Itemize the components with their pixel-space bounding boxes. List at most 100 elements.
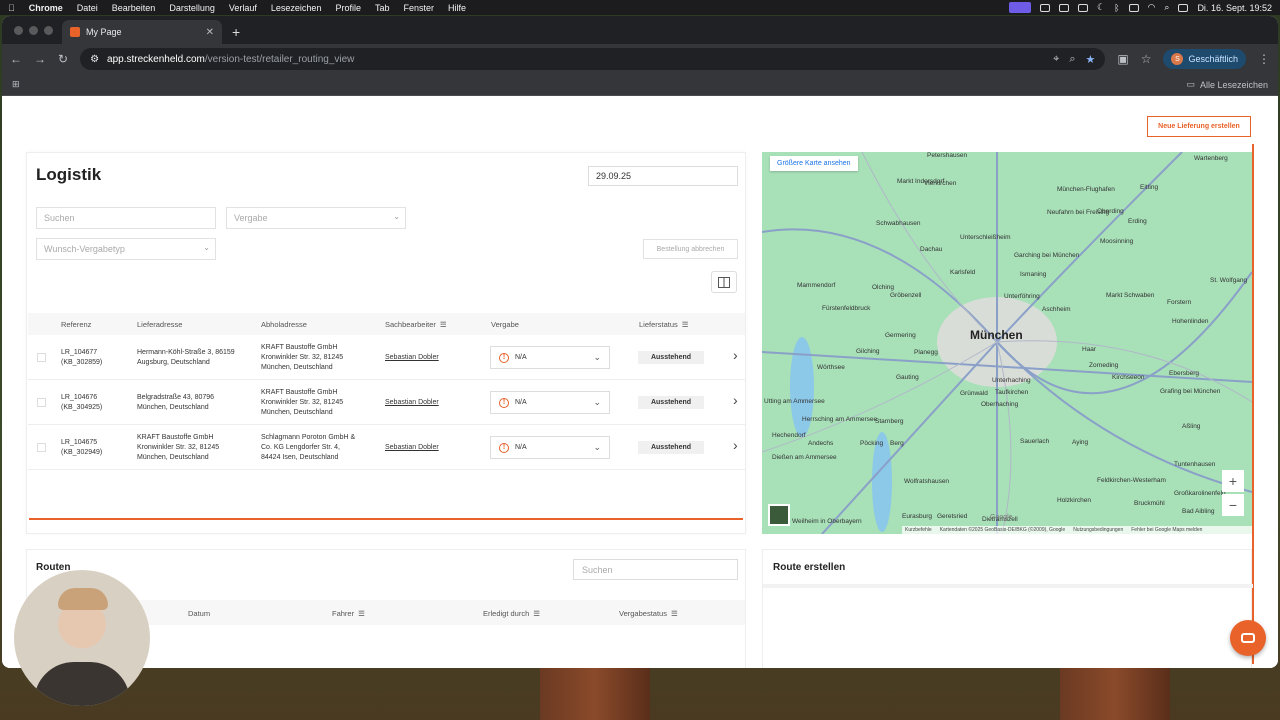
filter-icon[interactable]: ☰ (358, 609, 365, 618)
address-bar[interactable]: ⚙ app.streckenheld.com/version-test/reta… (80, 48, 1106, 70)
tray-icon[interactable] (1040, 3, 1051, 12)
cancel-order-button[interactable]: Bestellung abbrechen (643, 239, 738, 259)
tray-icon[interactable] (1078, 3, 1089, 12)
bookmarks-icon[interactable]: ☆ (1141, 52, 1152, 66)
new-tab-icon[interactable]: + (232, 24, 240, 40)
map-report-link[interactable]: Fehler bei Google Maps melden (1131, 527, 1202, 533)
map-terms-link[interactable]: Nutzungsbedingungen (1073, 527, 1123, 533)
zoom-in-button[interactable]: + (1222, 470, 1244, 492)
forward-icon[interactable]: → (34, 52, 46, 66)
date-field[interactable]: 29.09.25 (588, 166, 738, 186)
site-info-icon[interactable]: ⚙ (90, 54, 99, 65)
chevron-right-icon[interactable]: › (733, 347, 738, 363)
all-bookmarks-link[interactable]: Alle Lesezeichen (1200, 80, 1268, 90)
more-menu-icon[interactable]: ⋮ (1258, 52, 1270, 66)
table-row[interactable]: LR_104676 (KB_304925) Belgradstraße 43, 8… (28, 380, 745, 425)
zoom-out-button[interactable]: − (1222, 494, 1244, 516)
enlarge-map-link[interactable]: Größere Karte ansehen (770, 156, 858, 171)
close-tab-icon[interactable]: ✕ (206, 27, 214, 38)
table-row[interactable]: LR_104677 (KB_302859) Hermann-Köhl-Straße… (28, 335, 745, 380)
column-header-fahrer[interactable]: Fahrer ☰ (332, 609, 365, 618)
map-view[interactable]: Größere Karte ansehen Petershausen Warte… (762, 152, 1252, 534)
wifi-icon[interactable]: ◠ (1148, 2, 1156, 13)
menu-item-bearbeiten[interactable]: Bearbeiten (112, 3, 156, 13)
map-type-toggle[interactable] (768, 504, 790, 526)
table-row[interactable]: LR_104675 (KB_302949) KRAFT Baustoffe Gmb… (28, 425, 745, 470)
location-icon[interactable]: ⌖ (1053, 53, 1059, 66)
reload-icon[interactable]: ↻ (58, 52, 68, 66)
row-abhol-line: München, Deutschland (261, 409, 333, 416)
map-roads (762, 152, 1252, 534)
filter-icon[interactable]: ☰ (671, 609, 678, 618)
column-header-vergabe[interactable]: Vergabe (491, 320, 519, 329)
profile-button[interactable]: S Geschäftlich (1163, 49, 1246, 69)
filter-icon[interactable]: ☰ (440, 320, 447, 329)
column-header-vergabestatus[interactable]: Vergabestatus ☰ (619, 609, 678, 618)
control-center-icon[interactable] (1178, 3, 1189, 12)
bookmark-star-icon[interactable]: ★ (1085, 53, 1095, 66)
row-checkbox[interactable] (37, 353, 46, 362)
menu-app-name[interactable]: Chrome (29, 3, 63, 13)
menu-item-lesezeichen[interactable]: Lesezeichen (271, 3, 322, 13)
row-vergabe-select[interactable]: ! N/A ⌄ (490, 436, 610, 459)
map-label: Grafing bei München (1160, 388, 1221, 395)
column-header-referenz[interactable]: Referenz (61, 320, 91, 329)
chat-button[interactable] (1230, 620, 1266, 656)
apple-icon[interactable]:  (8, 3, 15, 13)
row-vergabe-select[interactable]: ! N/A ⌄ (490, 346, 610, 369)
vergabetyp-select[interactable]: Wunsch-Vergabetyp ⌄ (36, 238, 216, 260)
page-title: Logistik (36, 165, 102, 184)
column-toggle-button[interactable] (711, 271, 737, 293)
map-footer: Kurzbefehle Kartendaten ©2025 GeoBasis-D… (902, 526, 1252, 534)
chevron-down-icon: ⌄ (593, 397, 601, 407)
menu-item-profile[interactable]: Profile (335, 3, 361, 13)
row-checkbox[interactable] (37, 398, 46, 407)
menu-item-verlauf[interactable]: Verlauf (229, 3, 257, 13)
tab-my-page[interactable]: My Page ✕ (62, 20, 222, 44)
extensions-icon[interactable]: ▣ (1117, 52, 1128, 66)
zoom-icon[interactable]: ⌕ (1069, 53, 1075, 66)
close-window-icon[interactable] (14, 26, 23, 35)
search-icon[interactable]: ⌕ (1164, 2, 1169, 13)
vergabe-select[interactable]: Vergabe ⌄ (226, 207, 406, 229)
chevron-right-icon[interactable]: › (733, 437, 738, 453)
column-header-erledigt[interactable]: Erledigt durch ☰ (483, 609, 540, 618)
chevron-right-icon[interactable]: › (733, 392, 738, 408)
route-create-card: Route erstellen (762, 549, 1253, 668)
menu-item-fenster[interactable]: Fenster (403, 3, 434, 13)
map-label: Fürstenfeldbruck (822, 305, 871, 312)
row-sachbearbeiter-link[interactable]: Sebastian Dobler (385, 443, 439, 453)
bluetooth-icon[interactable]: ᛒ (1114, 3, 1119, 13)
new-delivery-button[interactable]: Neue Lieferung erstellen (1147, 116, 1251, 137)
menu-item-datei[interactable]: Datei (77, 3, 98, 13)
screen-recording-icon[interactable] (1009, 2, 1032, 13)
column-header-datum[interactable]: Datum (188, 609, 210, 618)
battery-icon[interactable] (1128, 3, 1139, 12)
row-sachbearbeiter-link[interactable]: Sebastian Dobler (385, 353, 439, 363)
column-header-lieferstatus[interactable]: Lieferstatus ☰ (639, 320, 689, 329)
column-header-sachbearbeiter[interactable]: Sachbearbeiter ☰ (385, 320, 447, 329)
row-sachbearbeiter-link[interactable]: Sebastian Dobler (385, 398, 439, 408)
card-accent-line (29, 518, 743, 520)
minimize-window-icon[interactable] (29, 26, 38, 35)
menu-clock[interactable]: Di. 16. Sept. 19:52 (1197, 3, 1272, 13)
routes-search-input[interactable]: Suchen (573, 559, 738, 580)
menu-item-darstellung[interactable]: Darstellung (169, 3, 215, 13)
map-label: Weilheim in Oberbayern (792, 518, 862, 525)
menu-item-hilfe[interactable]: Hilfe (448, 3, 466, 13)
column-header-abholadresse[interactable]: Abholadresse (261, 320, 307, 329)
column-header-lieferadresse[interactable]: Lieferadresse (137, 320, 182, 329)
map-label: Utting am Ammersee (764, 398, 825, 405)
maximize-window-icon[interactable] (44, 26, 53, 35)
apps-grid-icon[interactable]: ⊞ (12, 79, 20, 90)
filter-icon[interactable]: ☰ (533, 609, 540, 618)
search-input[interactable]: Suchen (36, 207, 216, 229)
back-icon[interactable]: ← (10, 52, 22, 66)
moon-icon[interactable]: ☾ (1097, 2, 1105, 13)
row-vergabe-select[interactable]: ! N/A ⌄ (490, 391, 610, 414)
filter-icon[interactable]: ☰ (682, 320, 689, 329)
row-checkbox[interactable] (37, 443, 46, 452)
map-shortcuts-link[interactable]: Kurzbefehle (905, 527, 932, 533)
tray-icon[interactable] (1059, 3, 1070, 12)
menu-item-tab[interactable]: Tab (375, 3, 390, 13)
